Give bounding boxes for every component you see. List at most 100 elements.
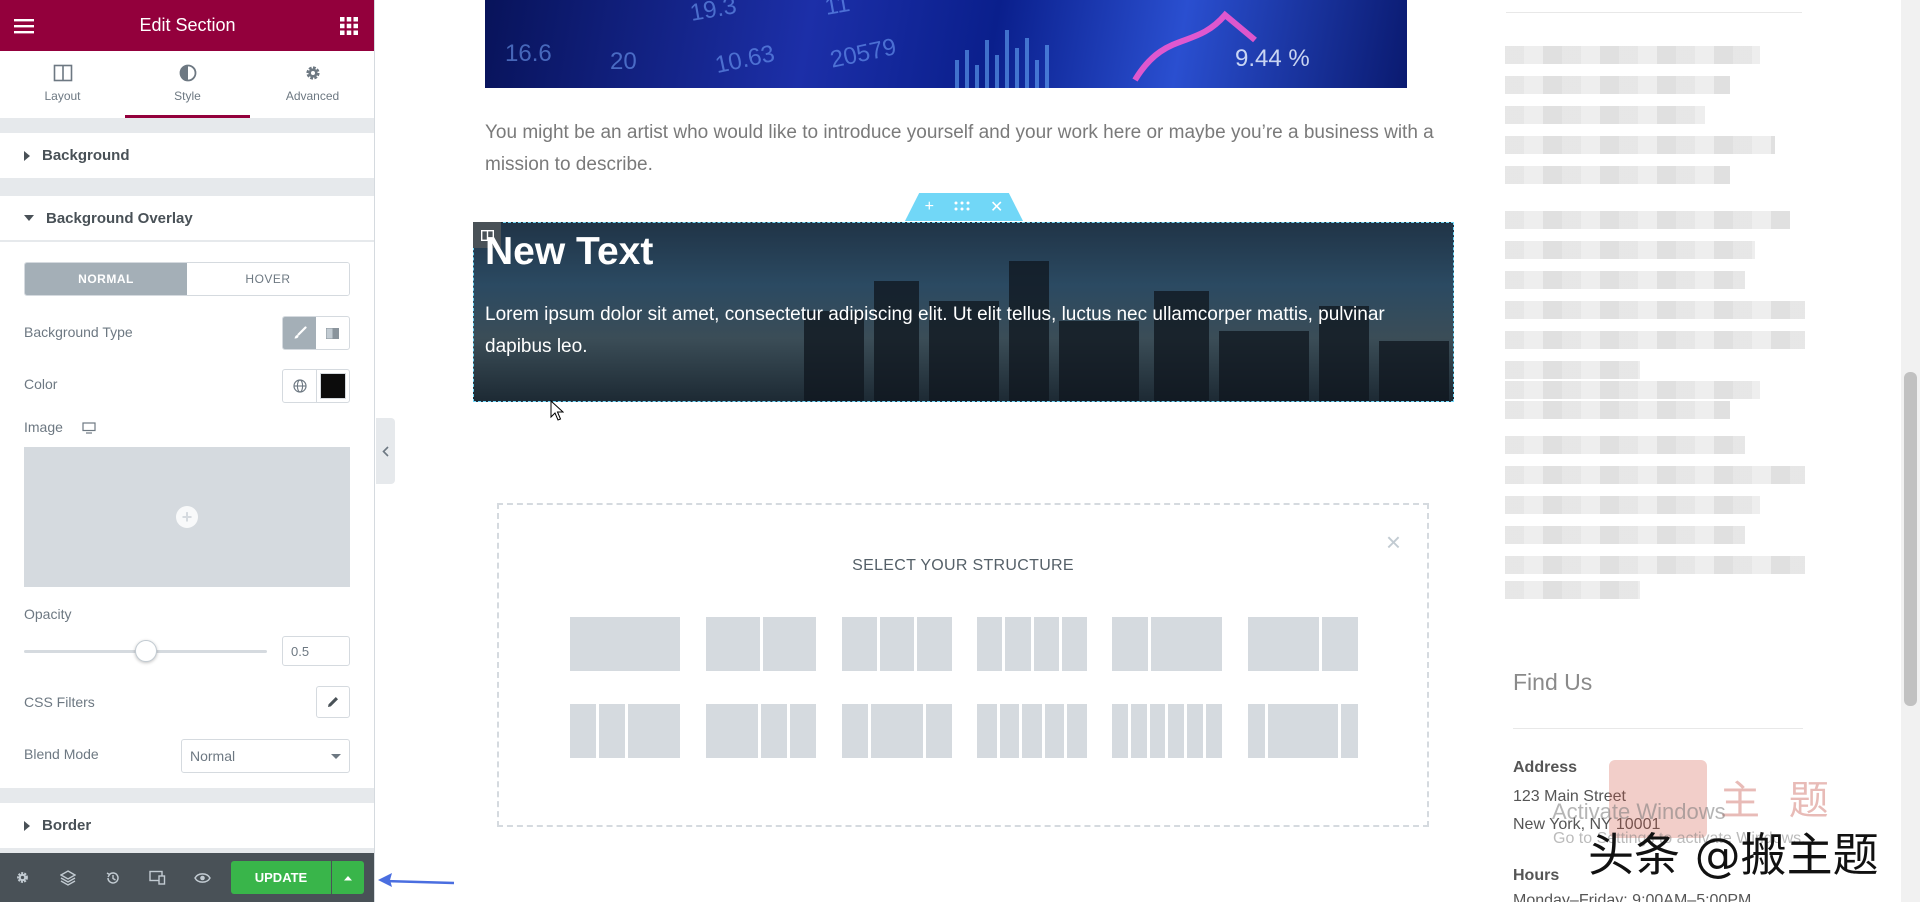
structure-preset-16x6[interactable]	[1112, 704, 1222, 758]
structure-preset-100[interactable]	[570, 617, 680, 671]
tab-layout[interactable]: Layout	[0, 51, 125, 118]
widgets-grid-icon[interactable]	[336, 13, 362, 39]
opacity-label: Opacity	[24, 606, 72, 622]
update-button[interactable]: UPDATE	[231, 861, 331, 894]
section-background-header[interactable]: Background	[0, 133, 374, 178]
color-label: Color	[24, 376, 58, 392]
structure-preset-66-33[interactable]	[1248, 617, 1358, 671]
hero-number: 19.3	[687, 0, 739, 27]
annotation-arrow-icon	[378, 873, 455, 887]
tab-label: Layout	[44, 89, 81, 103]
editor-panel: Edit Section Layout Style Advanced Backg…	[0, 0, 375, 902]
tab-label: Advanced	[285, 89, 340, 103]
chevron-down-icon	[331, 754, 341, 759]
collapse-panel-button[interactable]	[376, 418, 395, 484]
select-structure-panel: SELECT YOUR STRUCTURE ×	[497, 503, 1429, 827]
structure-preset-25-50-25[interactable]	[842, 704, 952, 758]
section-background-overlay-header[interactable]: Background Overlay	[0, 196, 374, 241]
find-us-heading: Find Us	[1513, 669, 1593, 695]
save-options-caret-icon[interactable]	[332, 861, 364, 894]
structure-preset-20x5[interactable]	[977, 704, 1087, 758]
panel-footer: UPDATE	[0, 853, 374, 902]
tab-label: Style	[174, 89, 201, 103]
structure-preset-33-33-33[interactable]	[842, 617, 953, 671]
section-handle: + ✕	[905, 193, 1023, 221]
panel-title: Edit Section	[139, 15, 236, 35]
navigator-layers-icon[interactable]	[45, 853, 90, 902]
color-swatch	[320, 373, 346, 399]
chevron-left-icon	[382, 445, 389, 457]
address-heading: Address	[1513, 759, 1578, 776]
gear-icon	[305, 66, 320, 80]
background-overlay-controls: NORMAL HOVER Background Type Color Image…	[0, 242, 374, 788]
tab-style[interactable]: Style	[125, 51, 250, 118]
image-label: Image	[24, 419, 63, 435]
blend-mode-select[interactable]: Normal	[181, 739, 350, 773]
hero-stock-chart-image: 16.6 20 10.63 20579 19.3 11 9.44 %	[485, 0, 1407, 88]
hero-number: 11	[822, 0, 852, 21]
structure-preset-50-50[interactable]	[706, 617, 816, 671]
structure-preset-33-66[interactable]	[1112, 617, 1222, 671]
state-normal-button[interactable]: NORMAL	[25, 263, 187, 295]
half-circle-icon	[179, 64, 196, 82]
drag-handle-icon[interactable]	[954, 198, 970, 216]
classic-brush-icon[interactable]	[283, 317, 316, 349]
css-filters-label: CSS Filters	[24, 694, 95, 710]
section-heading[interactable]: New Text	[485, 230, 653, 274]
color-control	[282, 369, 350, 403]
background-type-choices	[282, 316, 350, 350]
section-border-header[interactable]: Border	[0, 803, 374, 848]
blend-mode-label: Blend Mode	[24, 746, 99, 762]
blurred-sidebar-content	[1505, 46, 1807, 604]
section-body-text[interactable]: Lorem ipsum dolor sit amet, consectetur …	[485, 299, 1445, 363]
hours-heading: Hours	[1513, 867, 1560, 884]
structure-preset-16-66-16[interactable]	[1248, 704, 1358, 758]
tab-advanced[interactable]: Advanced	[250, 51, 374, 118]
history-icon[interactable]	[90, 853, 135, 902]
color-swatch-button[interactable]	[316, 370, 349, 402]
delete-section-icon[interactable]: ✕	[990, 197, 1003, 217]
opacity-slider-thumb[interactable]	[135, 640, 157, 662]
desktop-responsive-icon[interactable]	[82, 422, 96, 434]
hero-number: 20579	[827, 33, 899, 74]
responsive-mode-icon[interactable]	[135, 853, 180, 902]
background-type-label: Background Type	[24, 324, 133, 340]
structure-preset-25-25-50[interactable]	[570, 704, 680, 758]
hours-line: Monday–Friday: 9:00AM–5:00PM	[1513, 892, 1752, 902]
layout-columns-icon	[53, 64, 72, 82]
find-us-divider	[1513, 728, 1803, 729]
state-toggle: NORMAL HOVER	[24, 262, 350, 296]
blend-mode-value: Normal	[190, 748, 236, 764]
caret-down-icon	[24, 215, 34, 221]
edit-pencil-icon[interactable]	[316, 686, 350, 718]
gradient-icon[interactable]	[316, 317, 349, 349]
watermark-text: 头条 @搬主题	[1588, 828, 1879, 882]
state-hover-button[interactable]: HOVER	[187, 263, 349, 295]
opacity-input[interactable]	[282, 636, 350, 666]
globe-icon[interactable]	[283, 370, 316, 402]
section-title: Border	[42, 817, 92, 834]
caret-right-icon	[24, 820, 30, 831]
structure-title: SELECT YOUR STRUCTURE	[852, 557, 1074, 574]
panel-tabs: Layout Style Advanced	[0, 51, 374, 119]
image-upload-area[interactable]: +	[24, 447, 350, 587]
section-title: Background Overlay	[46, 209, 193, 227]
add-image-icon: +	[176, 506, 198, 528]
hero-number: 20	[610, 48, 637, 75]
structure-preset-50-25-25[interactable]	[706, 704, 816, 758]
add-section-icon[interactable]: +	[925, 198, 934, 216]
hero-number: 16.6	[505, 40, 552, 67]
hero-number: 10.63	[712, 40, 778, 79]
section-title: Background	[42, 147, 130, 164]
scrollbar-thumb[interactable]	[1904, 372, 1917, 706]
intro-paragraph: You might be an artist who would like to…	[485, 122, 1434, 175]
caret-right-icon	[24, 150, 30, 161]
sidebar-divider	[1506, 12, 1802, 13]
close-structure-icon[interactable]: ×	[1386, 527, 1401, 558]
hamburger-menu-icon[interactable]	[11, 13, 37, 39]
settings-gear-icon[interactable]	[0, 853, 45, 902]
preview-eye-icon[interactable]	[180, 853, 225, 902]
structure-preset-25x4[interactable]	[977, 617, 1087, 671]
panel-header: Edit Section	[0, 0, 374, 51]
watermark-faded-text: 主 题	[1720, 778, 1837, 824]
